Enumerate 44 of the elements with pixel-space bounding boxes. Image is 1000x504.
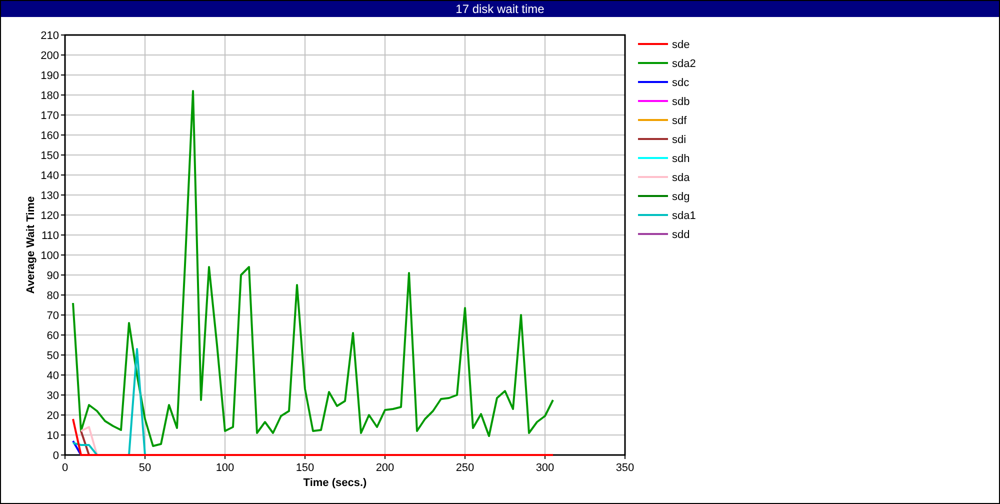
legend-label: sdg	[672, 191, 690, 203]
tick-label: 80	[46, 290, 59, 302]
legend-label: sda	[672, 172, 690, 184]
tick-label: 250	[456, 462, 474, 474]
tick-label: 120	[40, 210, 59, 222]
tick-label: 0	[52, 450, 59, 462]
tick-label: 160	[40, 130, 59, 142]
legend-label: sdb	[672, 96, 690, 108]
tick-label: 200	[40, 50, 59, 62]
tick-label: 50	[138, 462, 152, 474]
tick-label: 200	[376, 462, 394, 474]
tick-label: 350	[616, 462, 634, 474]
tick-label: 0	[62, 462, 68, 474]
axis-title: Time (secs.)	[303, 477, 367, 489]
tick-label: 50	[46, 350, 59, 362]
tick-label: 90	[46, 270, 59, 282]
tick-label: 170	[40, 110, 59, 122]
tick-label: 300	[536, 462, 554, 474]
legend-label: sdi	[672, 134, 686, 146]
tick-label: 70	[46, 310, 59, 322]
tick-label: 150	[40, 150, 59, 162]
legend-label: sdd	[672, 229, 690, 241]
tick-label: 20	[46, 410, 59, 422]
tick-label: 10	[46, 430, 59, 442]
tick-label: 180	[40, 90, 59, 102]
legend-label: sdh	[672, 153, 690, 165]
legend-label: sda2	[672, 58, 696, 70]
tick-label: 210	[40, 30, 59, 42]
tick-label: 140	[40, 170, 59, 182]
title-bar: 17 disk wait time	[1, 1, 999, 17]
tick-label: 30	[46, 390, 59, 402]
tick-label: 100	[40, 250, 59, 262]
tick-label: 60	[46, 330, 59, 342]
tick-label: 110	[41, 230, 59, 242]
tick-label: 130	[40, 190, 59, 202]
legend-label: sdf	[672, 115, 687, 127]
tick-label: 100	[216, 462, 234, 474]
tick-label: 150	[296, 462, 314, 474]
legend-label: sdc	[672, 77, 690, 89]
tick-label: 40	[46, 370, 59, 382]
legend-label: sda1	[672, 210, 696, 222]
tick-label: 190	[40, 70, 59, 82]
legend-label: sde	[672, 39, 690, 51]
axis-title: Average Wait Time	[25, 196, 37, 294]
